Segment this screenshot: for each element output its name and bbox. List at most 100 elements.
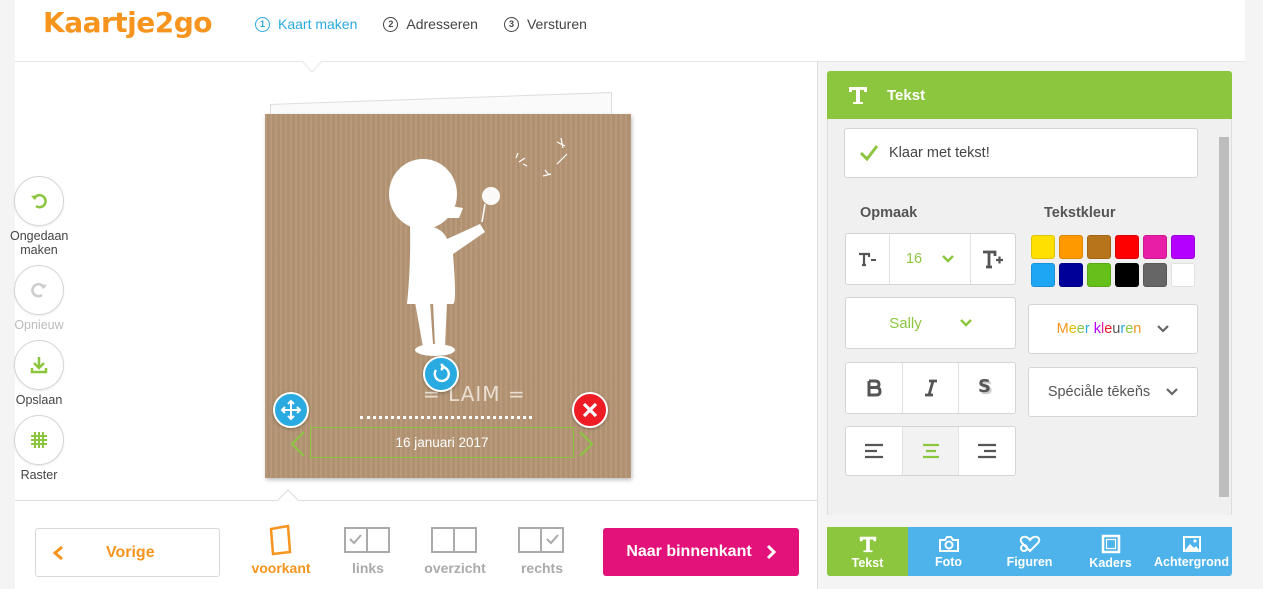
tab-foto[interactable]: Foto xyxy=(908,527,989,576)
save-label: Opslaan xyxy=(15,393,63,407)
more-colors-dropdown[interactable]: Meer kleuren xyxy=(1028,304,1198,354)
move-handle[interactable] xyxy=(273,392,309,428)
card-front[interactable]: = LAIM = xyxy=(265,114,631,478)
date-text: 16 januari 2017 xyxy=(395,435,489,450)
increase-size-button[interactable] xyxy=(969,234,1015,284)
close-icon xyxy=(582,402,598,418)
align-center-button[interactable] xyxy=(902,427,960,475)
redo-icon xyxy=(14,265,64,315)
delete-handle[interactable] xyxy=(572,392,608,428)
align-left-button[interactable] xyxy=(846,427,903,475)
panel-title: Tekst xyxy=(887,86,926,104)
previous-button[interactable]: Vorige xyxy=(35,528,220,577)
card-left-icon xyxy=(344,527,390,553)
chevron-left-icon xyxy=(52,545,63,560)
bold-button[interactable] xyxy=(846,363,903,413)
color-swatch[interactable] xyxy=(1059,263,1083,287)
boy-silhouette-illustration xyxy=(389,137,568,356)
color-swatch[interactable] xyxy=(1031,235,1055,259)
step-label: Kaart maken xyxy=(278,16,358,32)
text-icon xyxy=(859,536,876,552)
top-bar: Kaartje2go 1 Kaart maken 2 Adresseren 3 … xyxy=(15,0,1245,62)
next-button[interactable]: Naar binnenkant xyxy=(603,528,799,576)
done-text-button[interactable]: Klaar met tekst! xyxy=(844,128,1198,178)
color-swatch[interactable] xyxy=(1087,263,1111,287)
view-label: voorkant xyxy=(251,560,311,576)
tab-label: Tekst xyxy=(851,555,884,570)
resize-left-handle[interactable] xyxy=(290,430,306,458)
font-family-select[interactable]: Sally xyxy=(845,297,1016,349)
align-center-icon xyxy=(922,443,939,459)
color-swatch[interactable] xyxy=(1115,263,1139,287)
italic-button[interactable] xyxy=(903,363,960,413)
camera-icon xyxy=(938,535,959,552)
tab-label: Kaders xyxy=(1089,555,1132,570)
step-adresseren[interactable]: 2 Adresseren xyxy=(383,16,478,32)
grid-button[interactable]: Raster xyxy=(10,415,68,482)
align-right-button[interactable] xyxy=(959,427,1015,475)
download-icon xyxy=(14,340,64,390)
step-kaart-maken[interactable]: 1 Kaart maken xyxy=(255,16,357,32)
move-icon xyxy=(280,399,302,421)
special-characters-dropdown[interactable]: Spéciåle tēkeňs xyxy=(1028,367,1198,417)
chevron-down-icon xyxy=(1166,388,1178,396)
font-size-control: 16 xyxy=(845,233,1016,285)
chevron-down-icon xyxy=(959,319,972,327)
undo-button[interactable]: Ongedaan maken xyxy=(10,176,68,257)
tab-achtergrond[interactable]: Achtergrond xyxy=(1151,527,1232,576)
text-style-group: SS xyxy=(845,362,1016,414)
save-button[interactable]: Opslaan xyxy=(10,340,68,407)
color-swatch[interactable] xyxy=(1031,263,1055,287)
dotted-divider xyxy=(360,416,532,419)
align-left-icon xyxy=(864,443,883,459)
color-swatch[interactable] xyxy=(1087,235,1111,259)
view-overzicht[interactable]: overzicht xyxy=(417,524,493,576)
grid-label: Raster xyxy=(20,468,58,482)
shapes-icon xyxy=(1019,535,1040,552)
card-front-icon xyxy=(269,524,292,556)
text-color-title: Tekstkleur xyxy=(1044,205,1116,221)
tab-label: Figuren xyxy=(1006,554,1053,569)
selected-text-box[interactable]: 16 januari 2017 xyxy=(310,427,574,458)
text-shadow-icon: SS xyxy=(978,378,993,398)
view-rechts[interactable]: rechts xyxy=(504,524,580,576)
step-navigation: 1 Kaart maken 2 Adresseren 3 Versturen xyxy=(255,16,587,32)
color-swatch[interactable] xyxy=(1143,235,1167,259)
scrollbar-thumb[interactable] xyxy=(1219,137,1229,497)
tab-label: Achtergrond xyxy=(1154,554,1229,569)
color-swatch[interactable] xyxy=(1171,235,1195,259)
image-icon xyxy=(1182,535,1201,552)
decrease-size-button[interactable] xyxy=(846,234,891,284)
bold-icon xyxy=(867,379,882,397)
tab-label: Foto xyxy=(934,554,963,569)
logo[interactable]: Kaartje2go xyxy=(43,6,213,39)
rotate-icon xyxy=(433,363,450,383)
color-swatch[interactable] xyxy=(1143,263,1167,287)
redo-button[interactable]: Opnieuw xyxy=(10,265,68,332)
previous-label: Vorige xyxy=(106,543,155,561)
rotate-handle[interactable] xyxy=(423,356,459,392)
step-pointer-icon xyxy=(302,61,322,73)
tool-tabs: Tekst Foto Figuren Kaders Achtergrond xyxy=(827,527,1232,576)
view-voorkant[interactable]: voorkant xyxy=(243,524,319,576)
step-versturen[interactable]: 3 Versturen xyxy=(503,16,587,32)
color-swatch[interactable] xyxy=(1115,235,1139,259)
font-size-select[interactable]: 16 xyxy=(890,234,969,284)
color-swatch[interactable] xyxy=(1059,235,1083,259)
tab-figuren[interactable]: Figuren xyxy=(989,527,1070,576)
tab-kaders[interactable]: Kaders xyxy=(1070,527,1151,576)
color-swatch[interactable] xyxy=(1171,263,1195,287)
view-links[interactable]: links xyxy=(330,524,406,576)
more-colors-label: Meer kleuren xyxy=(1056,321,1142,337)
next-label: Naar binnenkant xyxy=(626,543,752,560)
format-title: Opmaak xyxy=(860,205,918,221)
frame-icon xyxy=(1101,534,1120,553)
tab-tekst[interactable]: Tekst xyxy=(827,527,908,576)
shadow-button[interactable]: SS xyxy=(959,363,1015,413)
view-label: links xyxy=(352,560,384,576)
checkmark-icon xyxy=(859,145,879,162)
step-number-icon: 3 xyxy=(503,16,519,32)
resize-right-handle[interactable] xyxy=(578,430,594,458)
step-number-icon: 1 xyxy=(255,16,270,32)
chevron-down-icon xyxy=(942,255,954,263)
